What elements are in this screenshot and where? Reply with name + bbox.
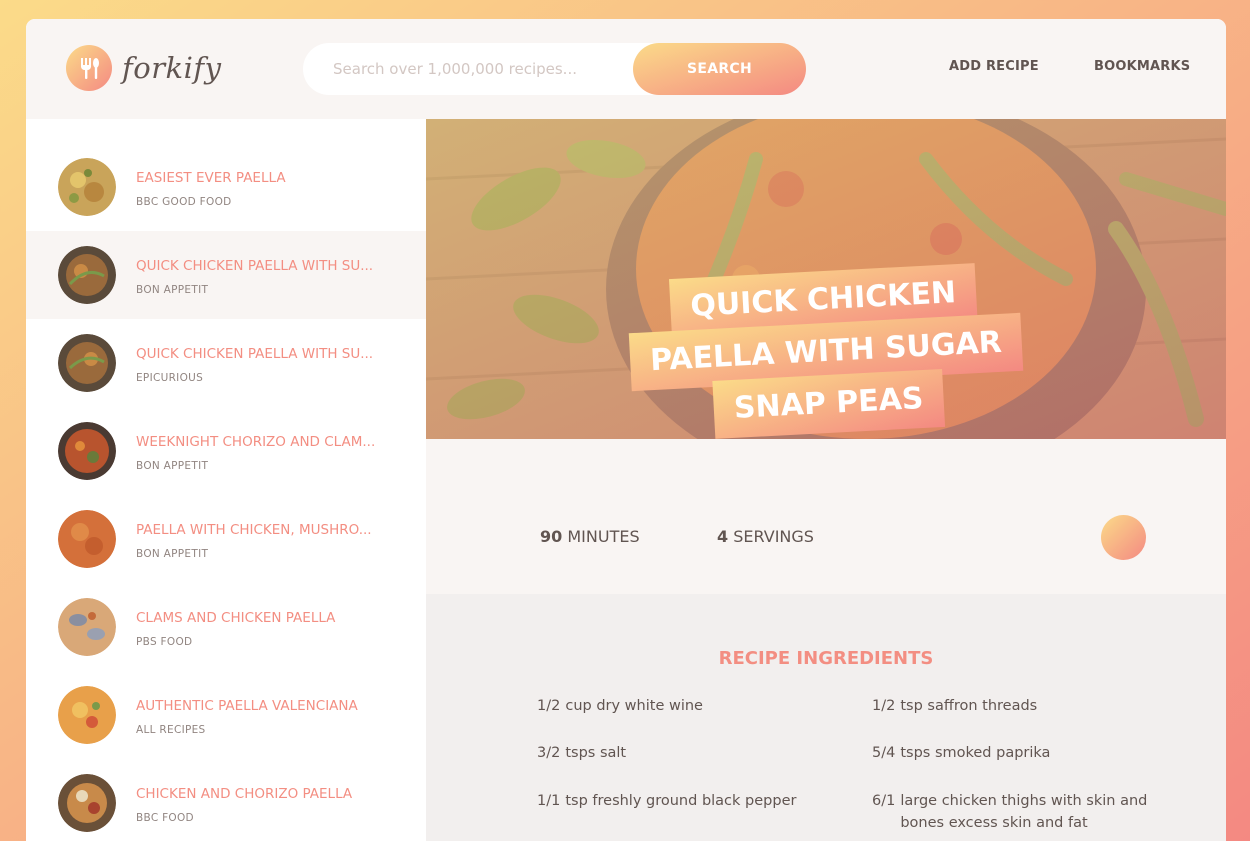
recipe-thumbnail	[58, 774, 116, 832]
app-container: forkify SEARCH ADD RECIPE BOOKMARKS EASI…	[26, 19, 1226, 841]
recipe-thumbnail	[58, 598, 116, 656]
result-publisher: BON APPETIT	[136, 284, 209, 296]
result-publisher: ALL RECIPES	[136, 724, 206, 736]
search-button[interactable]: SEARCH	[633, 43, 806, 95]
result-title: CLAMS AND CHICKEN PAELLA	[136, 610, 336, 626]
result-item[interactable]: EASIEST EVER PAELLA BBC GOOD FOOD	[26, 143, 426, 231]
result-title: QUICK CHICKEN PAELLA WITH SU...	[136, 258, 374, 274]
result-title: AUTHENTIC PAELLA VALENCIANA	[136, 698, 358, 714]
result-publisher: BBC FOOD	[136, 812, 194, 824]
result-item[interactable]: QUICK CHICKEN PAELLA WITH SU... EPICURIO…	[26, 319, 426, 407]
result-title: EASIEST EVER PAELLA	[136, 170, 286, 186]
result-title: CHICKEN AND CHORIZO PAELLA	[136, 786, 353, 802]
ingredient-quantity: 3/2	[537, 745, 561, 761]
result-title: PAELLA WITH CHICKEN, MUSHRO...	[136, 522, 372, 538]
recipe-view: QUICK CHICKEN PAELLA WITH SUGAR SNAP PEA…	[426, 119, 1226, 841]
servings-value: 4	[717, 527, 729, 546]
cooking-time: 90 MINUTES	[540, 527, 640, 546]
logo[interactable]: forkify	[66, 45, 222, 91]
header: forkify SEARCH ADD RECIPE BOOKMARKS	[26, 19, 1226, 119]
result-item[interactable]: CLAMS AND CHICKEN PAELLA PBS FOOD	[26, 583, 426, 671]
ingredient-quantity: 1/2	[872, 698, 896, 714]
ingredient-item: 1/2 tsp saffron threads	[872, 695, 1162, 717]
nav-bookmarks[interactable]: BOOKMARKS	[1094, 59, 1190, 74]
fork-knife-icon	[66, 45, 112, 91]
recipe-thumbnail	[58, 334, 116, 392]
recipe-thumbnail	[58, 246, 116, 304]
result-publisher: PBS FOOD	[136, 636, 193, 648]
recipe-thumbnail	[58, 510, 116, 568]
nav-add-recipe[interactable]: ADD RECIPE	[949, 59, 1039, 74]
ingredient-item: 6/1 large chicken thighs with skin and b…	[872, 790, 1162, 834]
cooking-time-value: 90	[540, 527, 563, 546]
ingredient-description: cup dry white wine	[565, 698, 703, 714]
ingredients-heading: RECIPE INGREDIENTS	[718, 648, 934, 669]
result-publisher: BBC GOOD FOOD	[136, 196, 232, 208]
result-item[interactable]: PAELLA WITH CHICKEN, MUSHRO... BON APPET…	[26, 495, 426, 583]
recipe-thumbnail	[58, 422, 116, 480]
result-title: WEEKNIGHT CHORIZO AND CLAM...	[136, 434, 376, 450]
search-form: SEARCH	[303, 43, 806, 95]
search-button-label: SEARCH	[686, 61, 753, 77]
ingredient-item: 1/2 cup dry white wine	[537, 695, 827, 717]
result-publisher: BON APPETIT	[136, 460, 209, 472]
cooking-time-label: MINUTES	[567, 527, 640, 546]
servings: 4 SERVINGS	[717, 527, 814, 546]
recipe-details: 90 MINUTES 4 SERVINGS	[426, 439, 1226, 594]
ingredient-description: tsp saffron threads	[900, 698, 1038, 714]
result-item-active[interactable]: QUICK CHICKEN PAELLA WITH SU... BON APPE…	[26, 231, 426, 319]
servings-label: SERVINGS	[733, 527, 814, 546]
recipe-title-line: SNAP PEAS	[712, 368, 945, 439]
ingredient-description: tsp freshly ground black pepper	[565, 793, 797, 809]
recipe-ingredients: RECIPE INGREDIENTS 1/2 cup dry white win…	[426, 594, 1226, 841]
recipe-thumbnail	[58, 158, 116, 216]
search-input[interactable]	[333, 60, 653, 78]
ingredient-quantity: 1/1	[537, 793, 561, 809]
result-item[interactable]: WEEKNIGHT CHORIZO AND CLAM... BON APPETI…	[26, 407, 426, 495]
ingredient-quantity: 6/1	[872, 793, 896, 809]
recipe-title: QUICK CHICKEN PAELLA WITH SUGAR SNAP PEA…	[627, 261, 1025, 443]
result-item[interactable]: AUTHENTIC PAELLA VALENCIANA ALL RECIPES	[26, 671, 426, 759]
ingredient-description: tsps salt	[565, 745, 627, 761]
logo-text: forkify	[122, 51, 222, 85]
recipe-thumbnail	[58, 686, 116, 744]
search-results: EASIEST EVER PAELLA BBC GOOD FOOD QUICK …	[26, 119, 426, 841]
result-item[interactable]: CHICKEN AND CHORIZO PAELLA BBC FOOD	[26, 759, 426, 841]
bookmark-button[interactable]	[1101, 515, 1146, 560]
ingredient-item: 3/2 tsps salt	[537, 742, 827, 764]
result-publisher: BON APPETIT	[136, 548, 209, 560]
ingredient-description: tsps smoked paprika	[900, 745, 1051, 761]
ingredient-item: 1/1 tsp freshly ground black pepper	[537, 790, 827, 812]
result-title: QUICK CHICKEN PAELLA WITH SU...	[136, 346, 374, 362]
ingredient-quantity: 5/4	[872, 745, 896, 761]
ingredient-quantity: 1/2	[537, 698, 561, 714]
result-publisher: EPICURIOUS	[136, 372, 204, 384]
ingredient-item: 5/4 tsps smoked paprika	[872, 742, 1162, 764]
ingredient-description: large chicken thighs with skin and bones…	[900, 793, 1148, 831]
